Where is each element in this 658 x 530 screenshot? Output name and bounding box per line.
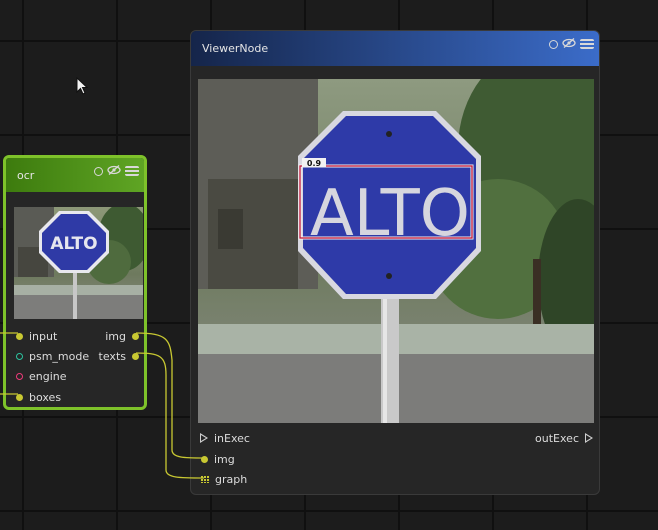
viewer-node-header-icons [549, 37, 594, 51]
ocr-input-port-boxes[interactable]: boxes [16, 390, 61, 404]
ocr-preview-sign-text: ALTO [50, 234, 97, 254]
ocr-input-port-input[interactable]: input [16, 329, 57, 343]
port-dot-icon[interactable] [16, 352, 23, 360]
port-dot-icon[interactable] [16, 393, 23, 401]
port-label: inExec [214, 431, 250, 445]
port-label: texts [98, 349, 126, 363]
port-label: outExec [535, 431, 579, 445]
eye-off-icon[interactable] [562, 37, 576, 51]
grid-icon[interactable] [201, 475, 209, 483]
port-dot-icon[interactable] [132, 352, 139, 360]
exec-triangle-icon[interactable] [200, 433, 208, 443]
menu-icon[interactable] [125, 166, 139, 176]
ocr-input-port-psm-mode[interactable]: psm_mode [16, 349, 89, 363]
ocr-output-port-img[interactable]: img [105, 329, 139, 343]
port-label: input [29, 329, 58, 343]
port-label: boxes [29, 390, 62, 404]
menu-icon[interactable] [580, 39, 594, 49]
viewer-node-title: ViewerNode [202, 42, 269, 55]
ocr-node[interactable]: ocr ALTO input psm_mode engine boxes img… [3, 155, 147, 410]
detection-label: 0.9 [307, 159, 322, 168]
port-dot-icon[interactable] [132, 332, 139, 340]
eye-off-icon[interactable] [107, 164, 121, 178]
viewer-preview-image: ALTO 0.9 [198, 79, 594, 423]
ocr-node-header-icons [94, 164, 139, 178]
ocr-node-header[interactable]: ocr [6, 158, 144, 192]
viewer-exec-out-port[interactable]: outExec [535, 431, 593, 445]
ocr-node-title: ocr [17, 169, 35, 182]
port-label: img [105, 329, 126, 343]
viewer-node[interactable]: ViewerNode ALTO 0.9 inExec outExec img g… [190, 30, 600, 495]
port-label: img [214, 452, 235, 466]
viewer-exec-in-port[interactable]: inExec [200, 431, 250, 445]
ocr-input-port-engine[interactable]: engine [16, 369, 67, 383]
port-dot-icon[interactable] [16, 372, 23, 380]
ocr-output-port-texts[interactable]: texts [99, 349, 139, 363]
refresh-icon[interactable] [549, 39, 558, 49]
port-dot-icon[interactable] [201, 455, 208, 463]
refresh-icon[interactable] [94, 166, 103, 176]
port-label: psm_mode [29, 349, 90, 363]
ocr-preview-image: ALTO [14, 207, 143, 319]
exec-triangle-icon[interactable] [585, 433, 593, 443]
viewer-preview-sign-text: ALTO [310, 177, 470, 251]
port-label: graph [215, 472, 248, 486]
viewer-node-header[interactable]: ViewerNode [191, 31, 599, 66]
port-label: engine [29, 369, 67, 383]
viewer-input-port-img[interactable]: img [201, 452, 235, 466]
viewer-input-port-graph[interactable]: graph [201, 472, 247, 486]
port-dot-icon[interactable] [16, 332, 23, 340]
mouse-cursor-icon [76, 77, 88, 95]
